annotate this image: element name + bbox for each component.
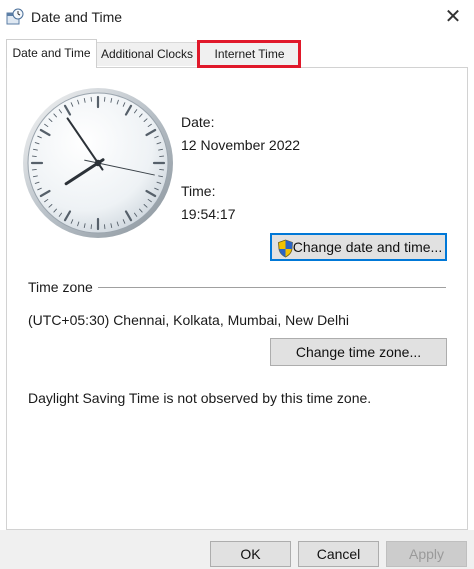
time-value: 19:54:17: [181, 206, 236, 222]
close-icon: ✕: [444, 6, 462, 28]
tab-date-and-time[interactable]: Date and Time: [6, 39, 97, 68]
tab-internet-time[interactable]: Internet Time: [198, 42, 301, 66]
analog-clock: [23, 88, 173, 238]
title-bar: Date and Time ✕: [0, 0, 474, 36]
window-title: Date and Time: [31, 9, 123, 25]
tab-label: Date and Time: [12, 46, 91, 60]
dst-note: Daylight Saving Time is not observed by …: [28, 390, 372, 406]
apply-label: Apply: [408, 546, 445, 562]
ok-label: OK: [240, 546, 261, 562]
close-button[interactable]: ✕: [436, 3, 470, 31]
date-value: 12 November 2022: [181, 137, 301, 153]
time-zone-value: (UTC+05:30) Chennai, Kolkata, Mumbai, Ne…: [28, 312, 349, 328]
time-zone-divider: [98, 287, 446, 288]
apply-button[interactable]: Apply: [386, 541, 467, 567]
tab-additional-clocks[interactable]: Additional Clocks: [96, 42, 198, 66]
change-time-zone-label: Change time zone...: [295, 344, 422, 360]
uac-shield-icon: [278, 239, 293, 258]
tab-label: Additional Clocks: [100, 47, 194, 61]
date-label: Date:: [181, 114, 215, 130]
change-date-time-label: Change date and time...: [292, 239, 443, 255]
ok-button[interactable]: OK: [210, 541, 291, 567]
change-time-zone-button[interactable]: Change time zone...: [270, 338, 447, 366]
cancel-button[interactable]: Cancel: [298, 541, 379, 567]
change-date-time-button[interactable]: Change date and time...: [270, 233, 447, 261]
cancel-label: Cancel: [316, 546, 361, 562]
tab-strip: Date and Time Additional Clocks Internet…: [0, 38, 474, 68]
time-zone-heading: Time zone: [28, 279, 93, 295]
time-label: Time:: [181, 183, 216, 199]
date-time-app-icon: [6, 8, 24, 25]
tab-label: Internet Time: [214, 47, 285, 61]
